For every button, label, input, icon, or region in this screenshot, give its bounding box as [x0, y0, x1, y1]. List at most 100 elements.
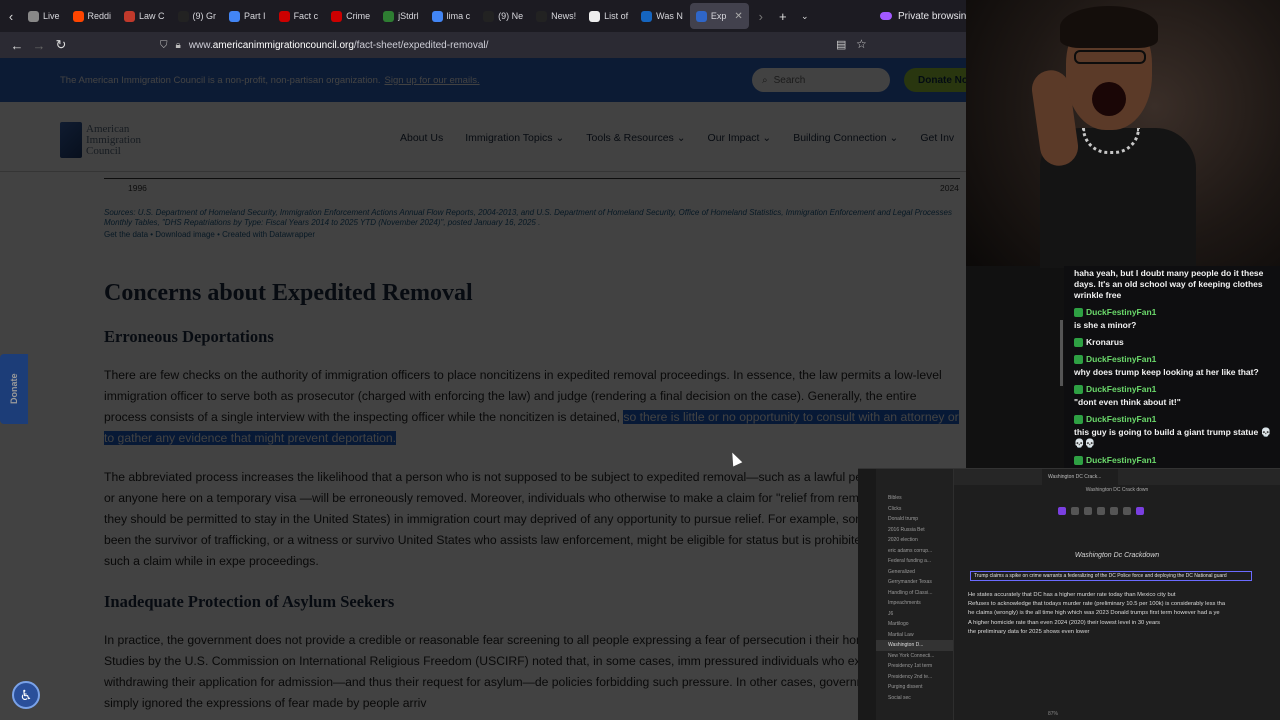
back-icon[interactable]: ←	[6, 38, 28, 53]
forward-icon[interactable]: →	[28, 38, 50, 53]
nav-tools-resources[interactable]: Tools & Resources ⌄	[586, 132, 685, 144]
reload-icon[interactable]: ↻	[50, 37, 72, 53]
notes-sidebar-item[interactable]: Impeachments	[876, 598, 953, 609]
tab-scroll-right-icon[interactable]: ›	[750, 9, 772, 24]
notes-sidebar-item[interactable]: Generalized	[876, 567, 953, 578]
tool-arrow-icon[interactable]	[1097, 507, 1105, 515]
browser-tab[interactable]: Crime	[325, 3, 376, 29]
browser-tab[interactable]: Reddi	[67, 3, 118, 29]
notes-sidebar-item[interactable]: 2016 Russia Bet	[876, 525, 953, 536]
notes-sidebar-item[interactable]: Purging dissent	[876, 682, 953, 693]
browser-tab[interactable]: lima c	[426, 3, 477, 29]
tab-favicon-icon	[589, 10, 601, 22]
close-tab-icon[interactable]: ✕	[734, 11, 742, 22]
chart-year-start: 1996	[128, 183, 147, 193]
notes-sidebar-item[interactable]: Social sec	[876, 693, 953, 704]
tab-label: Part I	[244, 11, 266, 21]
notes-sidebar-item[interactable]: Martilogo	[876, 619, 953, 630]
note-line: He states accurately that DC has a highe…	[968, 592, 1176, 598]
notes-sidebar-item[interactable]: Washington D...	[876, 640, 953, 651]
notes-sidebar-item[interactable]: Bibles	[876, 493, 953, 504]
notes-sidebar-item[interactable]: Federal funding a...	[876, 556, 953, 567]
paragraph-2: The abbreviated process increases the li…	[104, 470, 957, 568]
browser-tab[interactable]: Law C	[118, 3, 171, 29]
new-tab-icon[interactable]: +	[772, 9, 794, 24]
chat-username: DuckFestinyFan1	[1086, 307, 1157, 317]
chat-user[interactable]: Kronarus	[1074, 337, 1274, 348]
notes-sidebar-item[interactable]: 2020 election	[876, 535, 953, 546]
tab-label: List of	[604, 11, 629, 21]
browser-tab[interactable]: Was N	[635, 3, 689, 29]
banner-text: The American Immigration Council is a no…	[60, 74, 381, 86]
reader-view-icon[interactable]: ▤	[836, 38, 846, 51]
chat-user[interactable]: DuckFestinyFan1	[1074, 384, 1274, 395]
site-logo[interactable]: American Immigration Council	[60, 120, 142, 160]
tab-favicon-icon	[483, 10, 495, 22]
notes-sidebar-item[interactable]: Clicks	[876, 504, 953, 515]
note-line: A higher homicide rate than even 2024 (2…	[968, 619, 1161, 626]
notes-sidebar-item[interactable]: Gerrymander Texas	[876, 577, 953, 588]
chat-badge-icon	[1074, 308, 1083, 317]
nav-immigration-topics[interactable]: Immigration Topics ⌄	[465, 132, 564, 144]
chat-scrollbar[interactable]	[1060, 320, 1063, 386]
browser-tab[interactable]: Exp ✕	[689, 3, 749, 29]
nav-our-impact[interactable]: Our Impact ⌄	[708, 132, 772, 144]
tool-purple-icon[interactable]	[1058, 507, 1066, 515]
url-bar[interactable]: ⛉ 🔒︎ www.americanimmigrationcouncil.org/…	[160, 35, 880, 55]
screen: ‹ Live Reddi Law C (9) Gr Part I Fact c Crime j…	[0, 0, 1280, 720]
tool-square-icon[interactable]	[1071, 507, 1079, 515]
signup-link[interactable]: Sign up for our emails.	[385, 75, 480, 86]
chat-badge-icon	[1074, 415, 1083, 424]
nav-get-involved[interactable]: Get Inv	[920, 132, 954, 144]
tab-favicon-icon	[695, 10, 707, 22]
notes-sidebar-item[interactable]: J6	[876, 609, 953, 620]
notes-sidebar-item[interactable]: Presidency 2nd te...	[876, 672, 953, 683]
site-search-input[interactable]: ⌕ Search	[752, 68, 890, 92]
tool-color-icon[interactable]	[1136, 507, 1144, 515]
lock-icon[interactable]: 🔒︎	[176, 40, 181, 51]
notes-sidebar-item[interactable]: Presidency 1st term	[876, 661, 953, 672]
tab-label: Live	[43, 11, 60, 21]
tab-favicon-icon	[431, 10, 443, 22]
streamer-glasses	[1074, 50, 1146, 64]
chat-message: DuckFestinyFan1 this guy is going to buil…	[1074, 414, 1274, 449]
notes-tab[interactable]: Washington DC Crack...	[1042, 469, 1118, 485]
tool-circle-icon[interactable]	[1084, 507, 1092, 515]
tool-text-icon[interactable]	[1123, 507, 1131, 515]
chat-user[interactable]: DuckFestinyFan1	[1074, 414, 1274, 425]
notes-sidebar-item[interactable]: Handling of Classi...	[876, 588, 953, 599]
accessibility-icon[interactable]: ♿︎	[12, 681, 40, 709]
chart-source-links[interactable]: Get the data • Download image • Created …	[104, 230, 315, 239]
browser-tab[interactable]: Live	[22, 3, 66, 29]
nav-about-us[interactable]: About Us	[400, 132, 443, 144]
notes-sidebar-item[interactable]: Martial Law	[876, 630, 953, 641]
chat-user[interactable]: DuckFestinyFan1	[1074, 455, 1274, 466]
nav-building-connection[interactable]: Building Connection ⌄	[793, 132, 898, 144]
tool-line-icon[interactable]	[1110, 507, 1118, 515]
notes-sidebar-item[interactable]: eric adams corrup...	[876, 546, 953, 557]
donate-side-tab[interactable]: Donate	[0, 354, 28, 424]
donate-now-button[interactable]: Donate No	[904, 68, 966, 92]
note-body[interactable]: He states accurately that DC has a highe…	[968, 591, 1280, 637]
chat-user[interactable]: DuckFestinyFan1	[1074, 307, 1274, 318]
chart-axis-line	[104, 178, 960, 179]
chat-username: Kronarus	[1086, 337, 1124, 347]
browser-tab[interactable]: (9) Gr	[172, 3, 223, 29]
chat-user[interactable]: DuckFestinyFan1	[1074, 354, 1274, 365]
browser-tab[interactable]: News!	[530, 3, 582, 29]
notes-sidebar-item[interactable]: New York Connecti...	[876, 651, 953, 662]
bookmark-star-icon[interactable]: ☆	[856, 37, 867, 51]
browser-tab[interactable]: List of	[583, 3, 634, 29]
private-mask-icon	[880, 12, 892, 20]
browser-tab[interactable]: jStdrl	[377, 3, 425, 29]
section-heading: Concerns about Expedited Removal	[104, 280, 473, 306]
shield-icon[interactable]: ⛉	[160, 40, 168, 51]
browser-tab[interactable]: Part I	[223, 3, 272, 29]
paragraph-3: In practice, the government does not pro…	[104, 633, 952, 710]
tab-list-dropdown-icon[interactable]: ⌄	[794, 11, 816, 22]
chat-username: DuckFestinyFan1	[1086, 354, 1157, 364]
browser-tab[interactable]: Fact c	[273, 3, 325, 29]
browser-tab[interactable]: (9) Ne	[477, 3, 529, 29]
tab-scroll-left-icon[interactable]: ‹	[0, 9, 22, 24]
notes-sidebar-item[interactable]: Donald trump	[876, 514, 953, 525]
